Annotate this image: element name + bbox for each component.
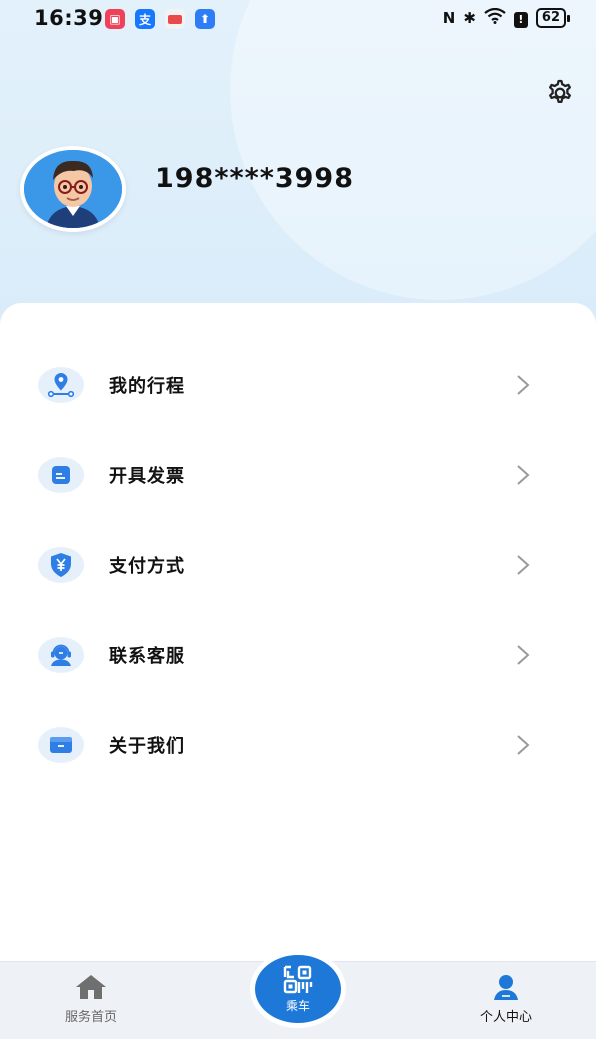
menu-item-label: 支付方式 <box>109 556 185 577</box>
menu-item-payment-method[interactable]: 支付方式 <box>0 535 596 595</box>
invoice-icon <box>38 457 84 493</box>
location-route-icon <box>38 367 84 403</box>
gear-icon <box>549 79 571 104</box>
menu-item-label: 我的行程 <box>109 376 185 397</box>
chevron-right-icon <box>517 375 530 395</box>
ride-button-label: 乘车 <box>285 998 310 1013</box>
menu-item-my-trips[interactable]: 我的行程 <box>0 355 596 415</box>
battery-indicator: 62 <box>535 8 571 28</box>
yuan-shield-icon <box>38 547 84 583</box>
user-icon <box>489 972 523 1002</box>
chevron-right-icon <box>517 645 530 665</box>
qr-code-icon <box>283 965 313 993</box>
menu-item-invoice[interactable]: 开具发票 <box>0 445 596 505</box>
alert-icon: ! <box>513 9 528 28</box>
upload-notification-icon: ⬆ <box>195 9 215 29</box>
status-time: 16:39 <box>34 6 104 30</box>
menu-item-about-us[interactable]: 关于我们 <box>0 715 596 775</box>
alipay-notification-icon: 支 <box>135 9 155 29</box>
nav-label-personal-center: 个人中心 <box>479 1010 532 1025</box>
bluetooth-icon: ✱ <box>463 9 476 27</box>
chevron-right-icon <box>517 465 530 485</box>
customer-service-icon <box>38 637 84 673</box>
home-icon <box>74 972 108 1002</box>
status-bar: 16:39 ▣ 支 ⬆ N ✱ ! 62 <box>0 0 596 38</box>
avatar[interactable] <box>20 146 126 232</box>
ride-qr-button[interactable]: 乘车 <box>255 955 341 1023</box>
wifi-icon <box>484 7 506 28</box>
menu-item-label: 联系客服 <box>109 646 185 667</box>
chevron-right-icon <box>517 555 530 575</box>
nav-label-home: 服务首页 <box>64 1010 117 1025</box>
menu-item-customer-service[interactable]: 联系客服 <box>0 625 596 685</box>
ride-button-wrapper: 乘车 <box>250 950 346 1028</box>
chevron-right-icon <box>517 735 530 755</box>
settings-button[interactable] <box>541 74 579 112</box>
nav-tab-home[interactable]: 服务首页 <box>31 962 151 1039</box>
card-notification-icon <box>165 9 185 29</box>
app-gallery-notification-icon: ▣ <box>105 9 125 29</box>
user-phone-number: 198****3998 <box>155 163 354 194</box>
header-decoration <box>230 0 596 300</box>
menu-item-label: 开具发票 <box>109 466 185 487</box>
system-icons: N ✱ ! 62 <box>442 7 571 28</box>
nav-tab-personal-center[interactable]: 个人中心 <box>446 962 566 1039</box>
nfc-icon: N <box>442 9 456 27</box>
about-box-icon <box>38 727 84 763</box>
menu-item-label: 关于我们 <box>109 736 185 757</box>
avatar-image <box>24 150 122 228</box>
